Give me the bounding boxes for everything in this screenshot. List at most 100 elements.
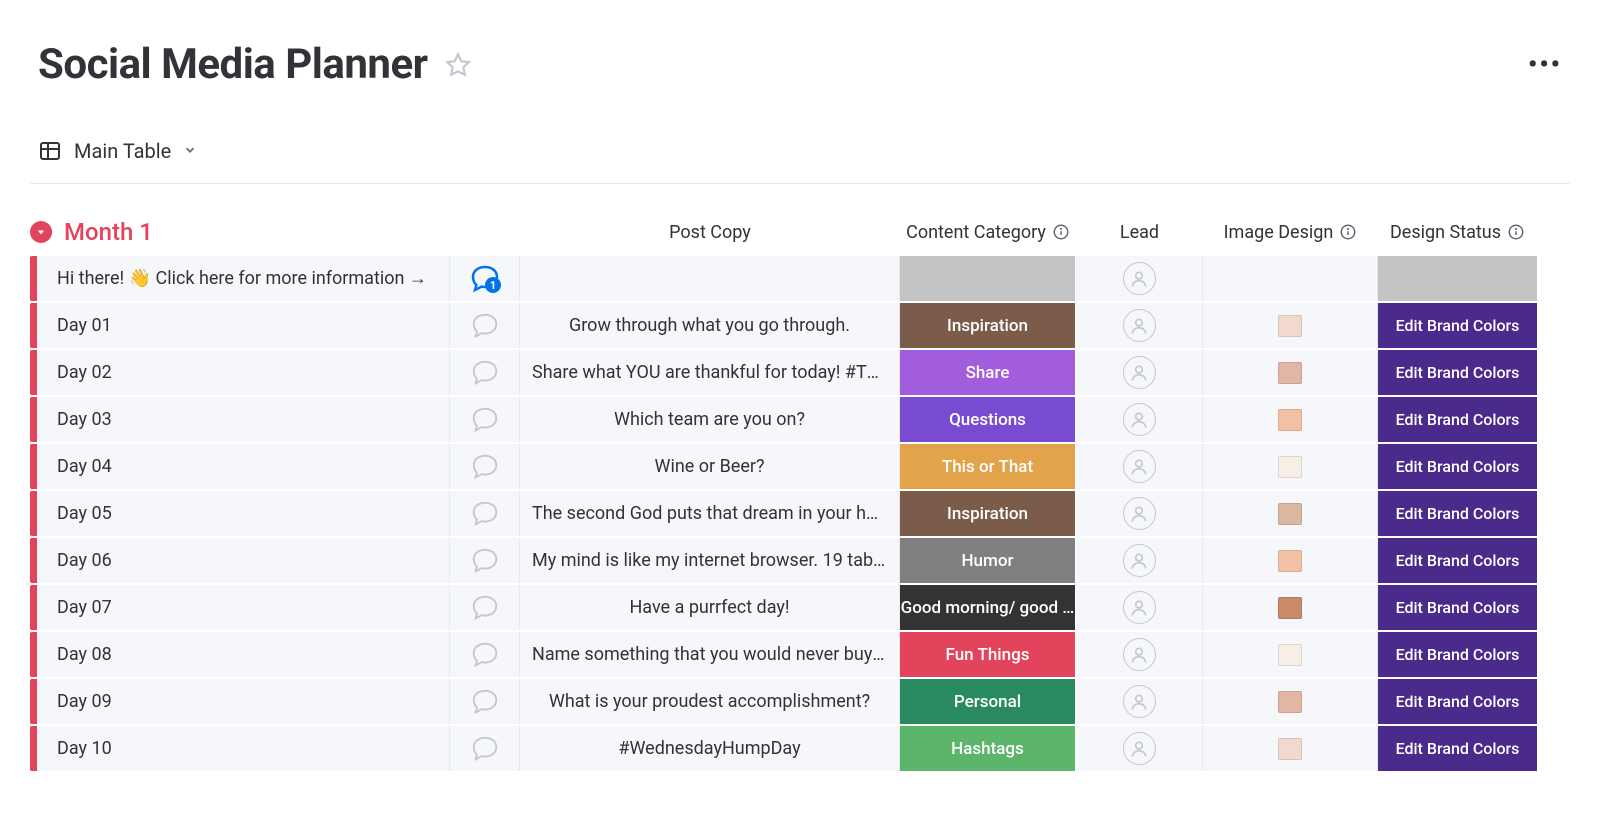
row-chat-cell[interactable] [450, 585, 520, 630]
design-status-cell[interactable]: Edit Brand Colors [1378, 679, 1537, 724]
lead-cell[interactable] [1076, 585, 1203, 630]
table-row[interactable]: Day 08 Name something that you would nev… [30, 632, 1570, 677]
content-category-cell[interactable]: Personal [900, 679, 1076, 724]
row-name-cell[interactable]: Day 07 [37, 585, 450, 630]
content-category-cell[interactable]: Hashtags [900, 726, 1076, 771]
table-row[interactable]: Day 05 The second God puts that dream in… [30, 491, 1570, 536]
post-copy-cell[interactable]: The second God puts that dream in your h… [520, 491, 900, 536]
group-name[interactable]: Month 1 [64, 218, 153, 246]
row-chat-cell[interactable] [450, 350, 520, 395]
group-collapse-toggle[interactable] [30, 221, 52, 243]
image-design-cell[interactable] [1203, 303, 1378, 348]
table-row[interactable]: Day 03 Which team are you on?Questions E… [30, 397, 1570, 442]
content-category-cell[interactable]: Questions [900, 397, 1076, 442]
design-status-cell[interactable]: Edit Brand Colors [1378, 444, 1537, 489]
lead-cell[interactable] [1076, 444, 1203, 489]
row-name-cell[interactable]: Day 04 [37, 444, 450, 489]
content-category-cell[interactable]: Share [900, 350, 1076, 395]
row-chat-cell[interactable] [450, 726, 520, 771]
column-header-lead[interactable]: Lead [1076, 222, 1203, 243]
row-accent [30, 632, 37, 677]
content-category-cell[interactable]: Fun Things [900, 632, 1076, 677]
content-category-cell[interactable]: This or That [900, 444, 1076, 489]
row-name-cell[interactable]: Day 02 [37, 350, 450, 395]
lead-cell[interactable] [1076, 397, 1203, 442]
image-design-cell[interactable] [1203, 256, 1378, 301]
row-chat-cell[interactable] [450, 491, 520, 536]
design-status-cell[interactable]: Edit Brand Colors [1378, 726, 1537, 771]
image-design-cell[interactable] [1203, 679, 1378, 724]
row-chat-cell[interactable] [450, 303, 520, 348]
row-name-cell[interactable]: Day 09 [37, 679, 450, 724]
row-chat-cell[interactable] [450, 444, 520, 489]
view-switcher[interactable]: Main Table [30, 139, 1570, 184]
post-copy-cell[interactable]: Wine or Beer? [520, 444, 900, 489]
favorite-toggle[interactable] [444, 51, 472, 79]
post-copy-cell[interactable]: Have a purrfect day! [520, 585, 900, 630]
post-copy-cell[interactable]: Share what YOU are thankful for today! #… [520, 350, 900, 395]
image-design-cell[interactable] [1203, 538, 1378, 583]
lead-cell[interactable] [1076, 256, 1203, 301]
column-header-post-copy[interactable]: Post Copy [520, 222, 900, 243]
image-design-cell[interactable] [1203, 585, 1378, 630]
lead-cell[interactable] [1076, 679, 1203, 724]
lead-cell[interactable] [1076, 350, 1203, 395]
table-row[interactable]: Hi there! 👋 Click here for more informat… [30, 256, 1570, 301]
lead-cell[interactable] [1076, 491, 1203, 536]
design-status-cell[interactable] [1378, 256, 1537, 301]
column-header-image-design[interactable]: Image Design [1203, 222, 1378, 243]
content-category-cell[interactable]: Inspiration [900, 303, 1076, 348]
post-copy-cell[interactable]: My mind is like my internet browser. 19 … [520, 538, 900, 583]
row-chat-cell[interactable] [450, 632, 520, 677]
content-category-cell[interactable]: Good morning/ good … [900, 585, 1076, 630]
table-row[interactable]: Day 09 What is your proudest accomplishm… [30, 679, 1570, 724]
design-status-cell[interactable]: Edit Brand Colors [1378, 538, 1537, 583]
design-status-cell[interactable]: Edit Brand Colors [1378, 303, 1537, 348]
lead-cell[interactable] [1076, 632, 1203, 677]
post-copy-cell[interactable]: #WednesdayHumpDay [520, 726, 900, 771]
table-row[interactable]: Day 04 Wine or Beer?This or That Edit Br… [30, 444, 1570, 489]
post-copy-cell[interactable]: Grow through what you go through. [520, 303, 900, 348]
post-copy-cell[interactable]: Which team are you on? [520, 397, 900, 442]
lead-cell[interactable] [1076, 726, 1203, 771]
content-category-cell[interactable]: Inspiration [900, 491, 1076, 536]
table-row[interactable]: Day 01 Grow through what you go through.… [30, 303, 1570, 348]
table-row[interactable]: Day 06 My mind is like my internet brows… [30, 538, 1570, 583]
image-design-cell[interactable] [1203, 350, 1378, 395]
row-chat-cell[interactable] [450, 538, 520, 583]
row-chat-cell[interactable] [450, 397, 520, 442]
design-status-cell[interactable]: Edit Brand Colors [1378, 350, 1537, 395]
content-category-cell[interactable]: Humor [900, 538, 1076, 583]
row-chat-cell[interactable]: 1 [450, 256, 520, 301]
row-name-cell[interactable]: Day 10 [37, 726, 450, 771]
design-status-cell[interactable]: Edit Brand Colors [1378, 632, 1537, 677]
design-status-cell[interactable]: Edit Brand Colors [1378, 491, 1537, 536]
image-design-cell[interactable] [1203, 491, 1378, 536]
row-name-cell[interactable]: Day 06 [37, 538, 450, 583]
row-name-cell[interactable]: Day 08 [37, 632, 450, 677]
design-status-cell[interactable]: Edit Brand Colors [1378, 585, 1537, 630]
more-menu-button[interactable]: ••• [1520, 46, 1570, 84]
table-row[interactable]: Day 02 Share what YOU are thankful for t… [30, 350, 1570, 395]
column-header-design-status[interactable]: Design Status [1378, 222, 1537, 243]
post-copy-cell[interactable]: Name something that you would never buy … [520, 632, 900, 677]
design-status-cell[interactable]: Edit Brand Colors [1378, 397, 1537, 442]
image-thumbnail [1278, 362, 1302, 384]
image-design-cell[interactable] [1203, 397, 1378, 442]
table-row[interactable]: Day 10 #WednesdayHumpDayHashtags Edit Br… [30, 726, 1570, 771]
row-chat-cell[interactable] [450, 679, 520, 724]
lead-cell[interactable] [1076, 538, 1203, 583]
row-name-cell[interactable]: Hi there! 👋 Click here for more informat… [37, 256, 450, 301]
table-row[interactable]: Day 07 Have a purrfect day!Good morning/… [30, 585, 1570, 630]
post-copy-cell[interactable]: What is your proudest accomplishment? [520, 679, 900, 724]
post-copy-cell[interactable] [520, 256, 900, 301]
row-name-cell[interactable]: Day 01 [37, 303, 450, 348]
column-header-content-category[interactable]: Content Category [900, 222, 1076, 243]
content-category-cell[interactable] [900, 256, 1076, 301]
image-design-cell[interactable] [1203, 632, 1378, 677]
row-name-cell[interactable]: Day 03 [37, 397, 450, 442]
image-design-cell[interactable] [1203, 726, 1378, 771]
lead-cell[interactable] [1076, 303, 1203, 348]
image-design-cell[interactable] [1203, 444, 1378, 489]
row-name-cell[interactable]: Day 05 [37, 491, 450, 536]
